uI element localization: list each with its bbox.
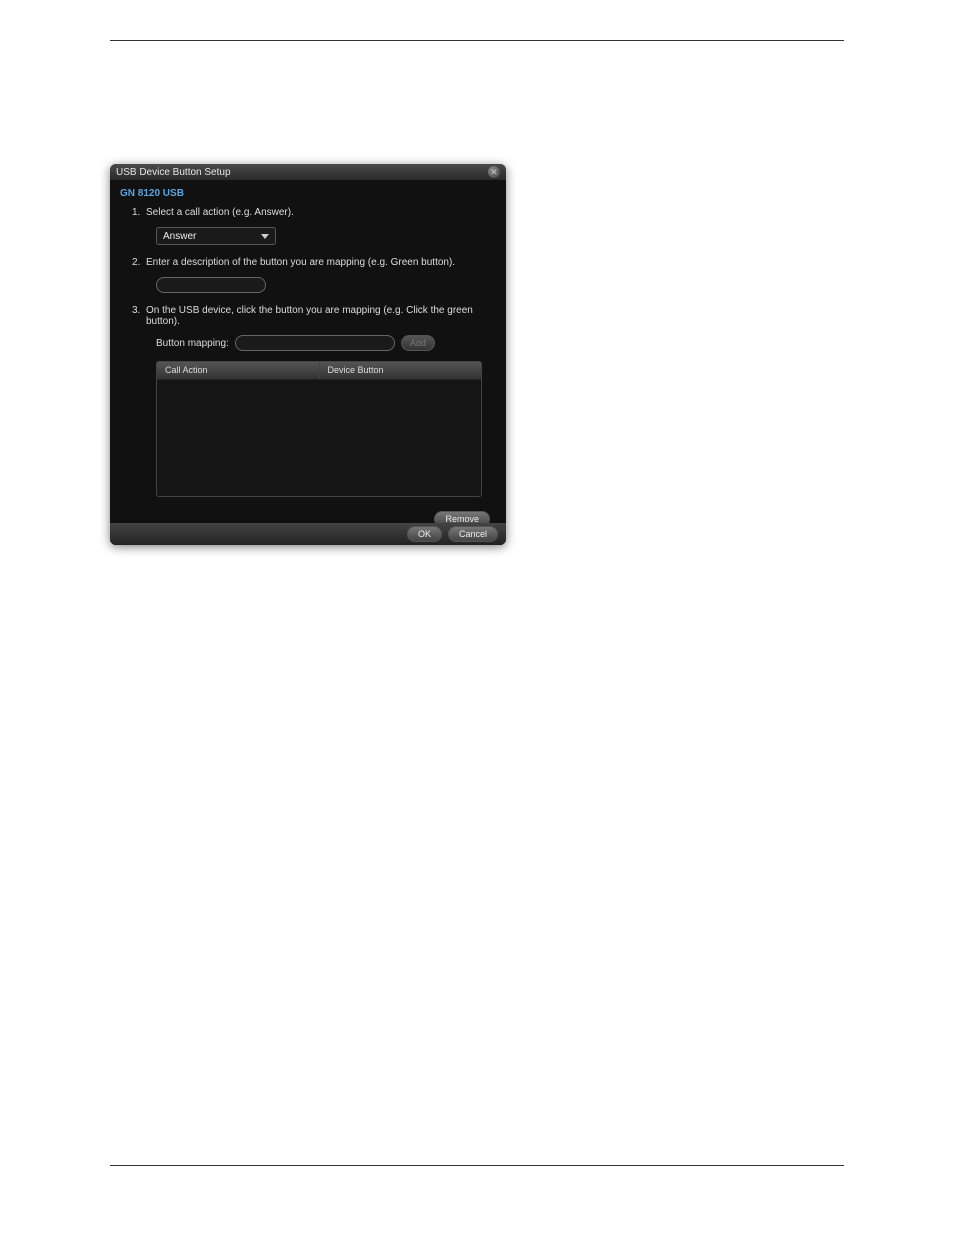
col-device-button: Device Button [320, 362, 482, 379]
step-3: 3. On the USB device, click the button y… [110, 301, 506, 331]
dialog-title: USB Device Button Setup [116, 167, 231, 178]
dialog-footer: OK Cancel [110, 523, 506, 545]
dialog-titlebar: USB Device Button Setup ✕ [110, 164, 506, 180]
step-1-number: 1. [132, 207, 140, 218]
step-1: 1. Select a call action (e.g. Answer). [110, 203, 506, 222]
step-3-number: 3. [132, 305, 140, 316]
button-mapping-label: Button mapping: [156, 338, 229, 349]
cancel-button[interactable]: Cancel [448, 526, 498, 542]
button-mapping-input[interactable] [235, 335, 395, 351]
step-1-text: Select a call action (e.g. Answer). [146, 207, 294, 218]
call-action-dropdown[interactable]: Answer [156, 227, 276, 245]
step-2-text: Enter a description of the button you ar… [146, 257, 455, 268]
call-action-selected: Answer [163, 231, 196, 242]
ok-button-label: OK [418, 529, 431, 539]
cancel-button-label: Cancel [459, 529, 487, 539]
step-2-number: 2. [132, 257, 140, 268]
step-2: 2. Enter a description of the button you… [110, 253, 506, 272]
mapping-table: Call Action Device Button [156, 361, 482, 497]
ok-button[interactable]: OK [407, 526, 442, 542]
close-icon[interactable]: ✕ [488, 166, 500, 178]
button-description-input[interactable] [156, 277, 266, 293]
mapping-table-header: Call Action Device Button [157, 362, 481, 380]
button-mapping-row: Button mapping: Add [110, 331, 506, 357]
device-name-subtitle: GN 8120 USB [110, 180, 506, 203]
page-rule-bottom [110, 1165, 844, 1166]
col-call-action: Call Action [157, 362, 320, 379]
usb-device-button-setup-dialog: USB Device Button Setup ✕ GN 8120 USB 1.… [110, 164, 506, 545]
add-button[interactable]: Add [401, 335, 435, 351]
step-3-text: On the USB device, click the button you … [146, 305, 473, 327]
page-rule-top [110, 40, 844, 41]
chevron-down-icon [261, 234, 269, 239]
add-button-label: Add [410, 338, 426, 348]
